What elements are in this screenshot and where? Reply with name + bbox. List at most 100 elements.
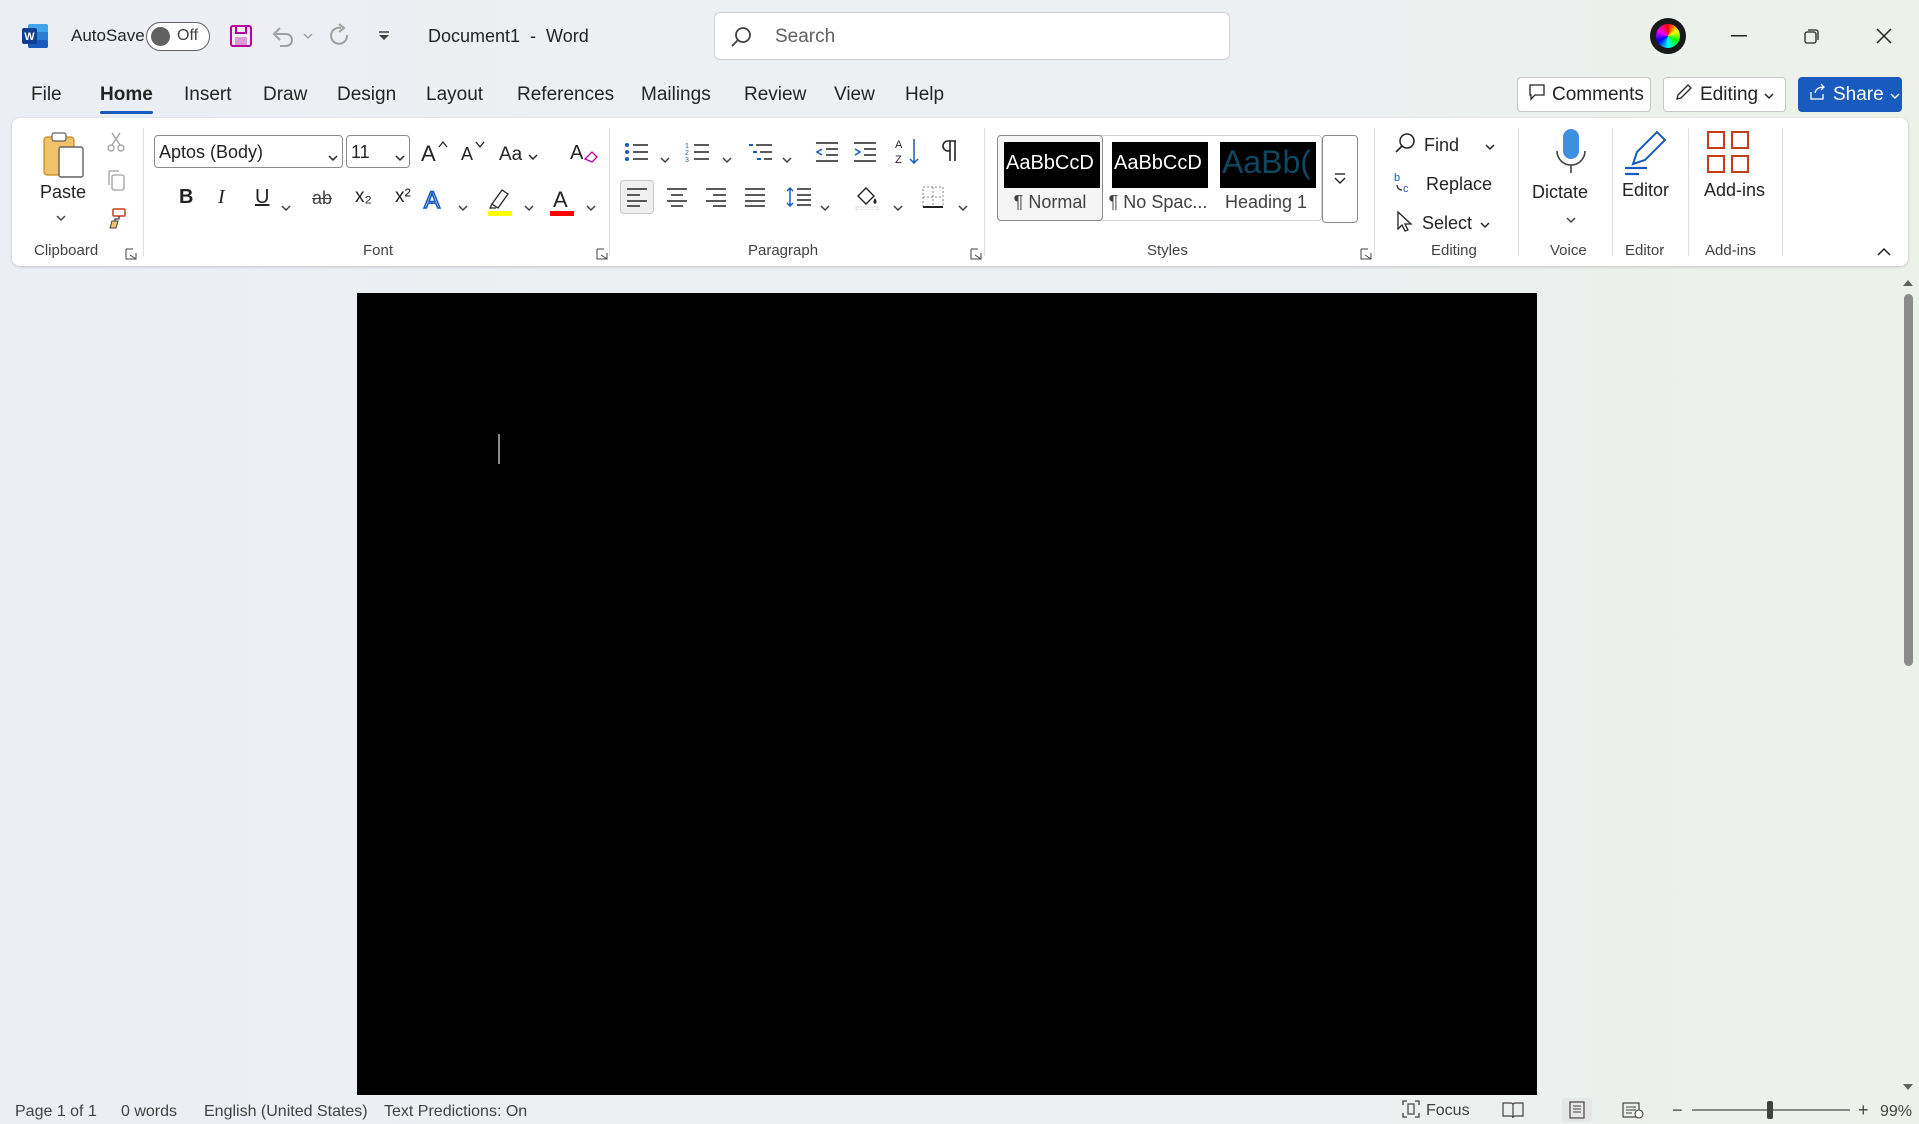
tab-help[interactable]: Help [905, 84, 944, 106]
dialog-launcher-icon[interactable] [125, 244, 137, 265]
paste-icon[interactable] [40, 130, 88, 180]
styles-more-icon[interactable] [1322, 135, 1358, 223]
tab-references[interactable]: References [517, 84, 614, 106]
paste-label[interactable]: Paste [40, 182, 86, 203]
account-avatar[interactable] [1650, 18, 1686, 54]
numbering-dropdown-icon[interactable] [722, 148, 732, 169]
share-button[interactable]: Share [1798, 77, 1902, 112]
tab-mailings[interactable]: Mailings [641, 84, 711, 106]
shading-icon[interactable] [850, 180, 884, 214]
restore-icon[interactable] [1789, 18, 1835, 54]
editor-pen-icon[interactable] [1620, 128, 1672, 178]
tab-home[interactable]: Home [100, 84, 153, 114]
text-effects-icon[interactable]: A [420, 184, 450, 214]
customize-toolbar-icon[interactable] [368, 20, 400, 52]
read-mode-icon[interactable] [1502, 1101, 1524, 1124]
tab-file[interactable]: File [31, 84, 62, 106]
shading-dropdown-icon[interactable] [893, 196, 903, 217]
dictate-label[interactable]: Dictate [1532, 182, 1588, 203]
zoom-out-icon[interactable]: − [1672, 1100, 1683, 1121]
show-formatting-marks-icon[interactable] [936, 136, 964, 166]
editor-label[interactable]: Editor [1622, 180, 1669, 201]
dialog-launcher-icon[interactable] [596, 244, 608, 265]
undo-icon[interactable] [268, 20, 300, 52]
autosave-toggle[interactable]: Off [146, 22, 210, 51]
undo-dropdown-icon[interactable] [298, 20, 318, 52]
align-right-icon[interactable] [699, 180, 733, 214]
style-no-spacing[interactable]: AaBbCcD ¶ No Spac... [1106, 136, 1210, 220]
text-effects-dropdown-icon[interactable] [458, 196, 468, 217]
add-ins-grid-icon[interactable] [1702, 128, 1754, 176]
underline-button[interactable]: U [255, 186, 269, 209]
comments-button[interactable]: Comments [1517, 77, 1651, 112]
bold-button[interactable]: B [179, 186, 193, 209]
minimize-icon[interactable] [1716, 18, 1762, 54]
cut-icon[interactable] [102, 128, 130, 156]
highlight-dropdown-icon[interactable] [524, 196, 534, 217]
italic-button[interactable]: I [218, 186, 225, 209]
find-button[interactable]: Find [1394, 130, 1504, 160]
collapse-ribbon-icon[interactable] [1876, 242, 1892, 263]
dictate-dropdown-icon[interactable] [1566, 208, 1576, 229]
clear-formatting-icon[interactable]: A [567, 136, 601, 166]
line-spacing-icon[interactable] [782, 180, 816, 214]
close-icon[interactable] [1861, 18, 1907, 54]
borders-dropdown-icon[interactable] [958, 196, 968, 217]
dialog-launcher-icon[interactable] [970, 244, 982, 265]
bullets-dropdown-icon[interactable] [660, 148, 670, 169]
scrollbar-thumb[interactable] [1904, 294, 1913, 666]
increase-indent-icon[interactable] [850, 138, 880, 166]
focus-button[interactable]: Focus [1402, 1099, 1470, 1122]
font-color-dropdown-icon[interactable] [586, 196, 596, 217]
tab-view[interactable]: View [834, 84, 875, 106]
decrease-indent-icon[interactable] [812, 138, 842, 166]
format-painter-icon[interactable] [102, 204, 130, 232]
zoom-in-icon[interactable]: + [1858, 1100, 1869, 1121]
highlighter-icon[interactable] [484, 184, 516, 218]
search-box[interactable]: Search [714, 12, 1230, 60]
change-case-button[interactable]: Aa [499, 140, 549, 170]
strikethrough-button[interactable]: ab [312, 188, 332, 209]
multilevel-list-icon[interactable] [746, 138, 776, 166]
bullets-icon[interactable] [622, 138, 652, 166]
scroll-up-icon[interactable] [1902, 272, 1914, 293]
grow-font-icon[interactable]: A [417, 136, 451, 166]
numbering-icon[interactable]: 123 [683, 138, 713, 166]
dialog-launcher-icon[interactable] [1360, 244, 1372, 265]
tab-design[interactable]: Design [337, 84, 396, 106]
align-center-icon[interactable] [660, 180, 694, 214]
tab-layout[interactable]: Layout [426, 84, 483, 106]
paste-dropdown-icon[interactable] [56, 206, 66, 227]
scroll-down-icon[interactable] [1902, 1076, 1914, 1097]
select-button[interactable]: Select [1394, 208, 1504, 238]
sort-icon[interactable]: AZ [892, 134, 924, 168]
borders-icon[interactable] [916, 180, 950, 214]
replace-button[interactable]: bc Replace [1394, 169, 1504, 199]
style-heading-1[interactable]: AaBb( Heading 1 [1214, 136, 1318, 220]
font-name-combo[interactable]: Aptos (Body) [154, 135, 343, 168]
document-page[interactable] [357, 293, 1537, 1095]
save-icon[interactable] [225, 20, 257, 52]
zoom-slider-thumb[interactable] [1767, 1101, 1774, 1119]
zoom-level[interactable]: 99% [1880, 1103, 1912, 1121]
tab-draw[interactable]: Draw [263, 84, 307, 106]
superscript-button[interactable]: x² [395, 186, 411, 208]
justify-icon[interactable] [738, 180, 772, 214]
redo-icon[interactable] [324, 20, 356, 52]
underline-dropdown-icon[interactable] [281, 196, 291, 217]
subscript-button[interactable]: x₂ [355, 186, 372, 208]
page-count[interactable]: Page 1 of 1 [15, 1103, 97, 1121]
multilevel-dropdown-icon[interactable] [782, 148, 792, 169]
web-layout-icon[interactable] [1622, 1101, 1644, 1124]
print-layout-icon[interactable] [1562, 1098, 1592, 1122]
align-left-icon[interactable] [620, 180, 654, 214]
tab-insert[interactable]: Insert [184, 84, 232, 106]
line-spacing-dropdown-icon[interactable] [820, 196, 830, 217]
text-predictions-status[interactable]: Text Predictions: On [384, 1103, 527, 1121]
font-color-icon[interactable]: A [546, 184, 578, 218]
add-ins-label[interactable]: Add-ins [1704, 180, 1765, 201]
shrink-font-icon[interactable]: A [455, 136, 489, 166]
tab-review[interactable]: Review [744, 84, 806, 106]
zoom-slider-track[interactable] [1692, 1101, 1850, 1119]
font-size-combo[interactable]: 11 [346, 135, 410, 168]
